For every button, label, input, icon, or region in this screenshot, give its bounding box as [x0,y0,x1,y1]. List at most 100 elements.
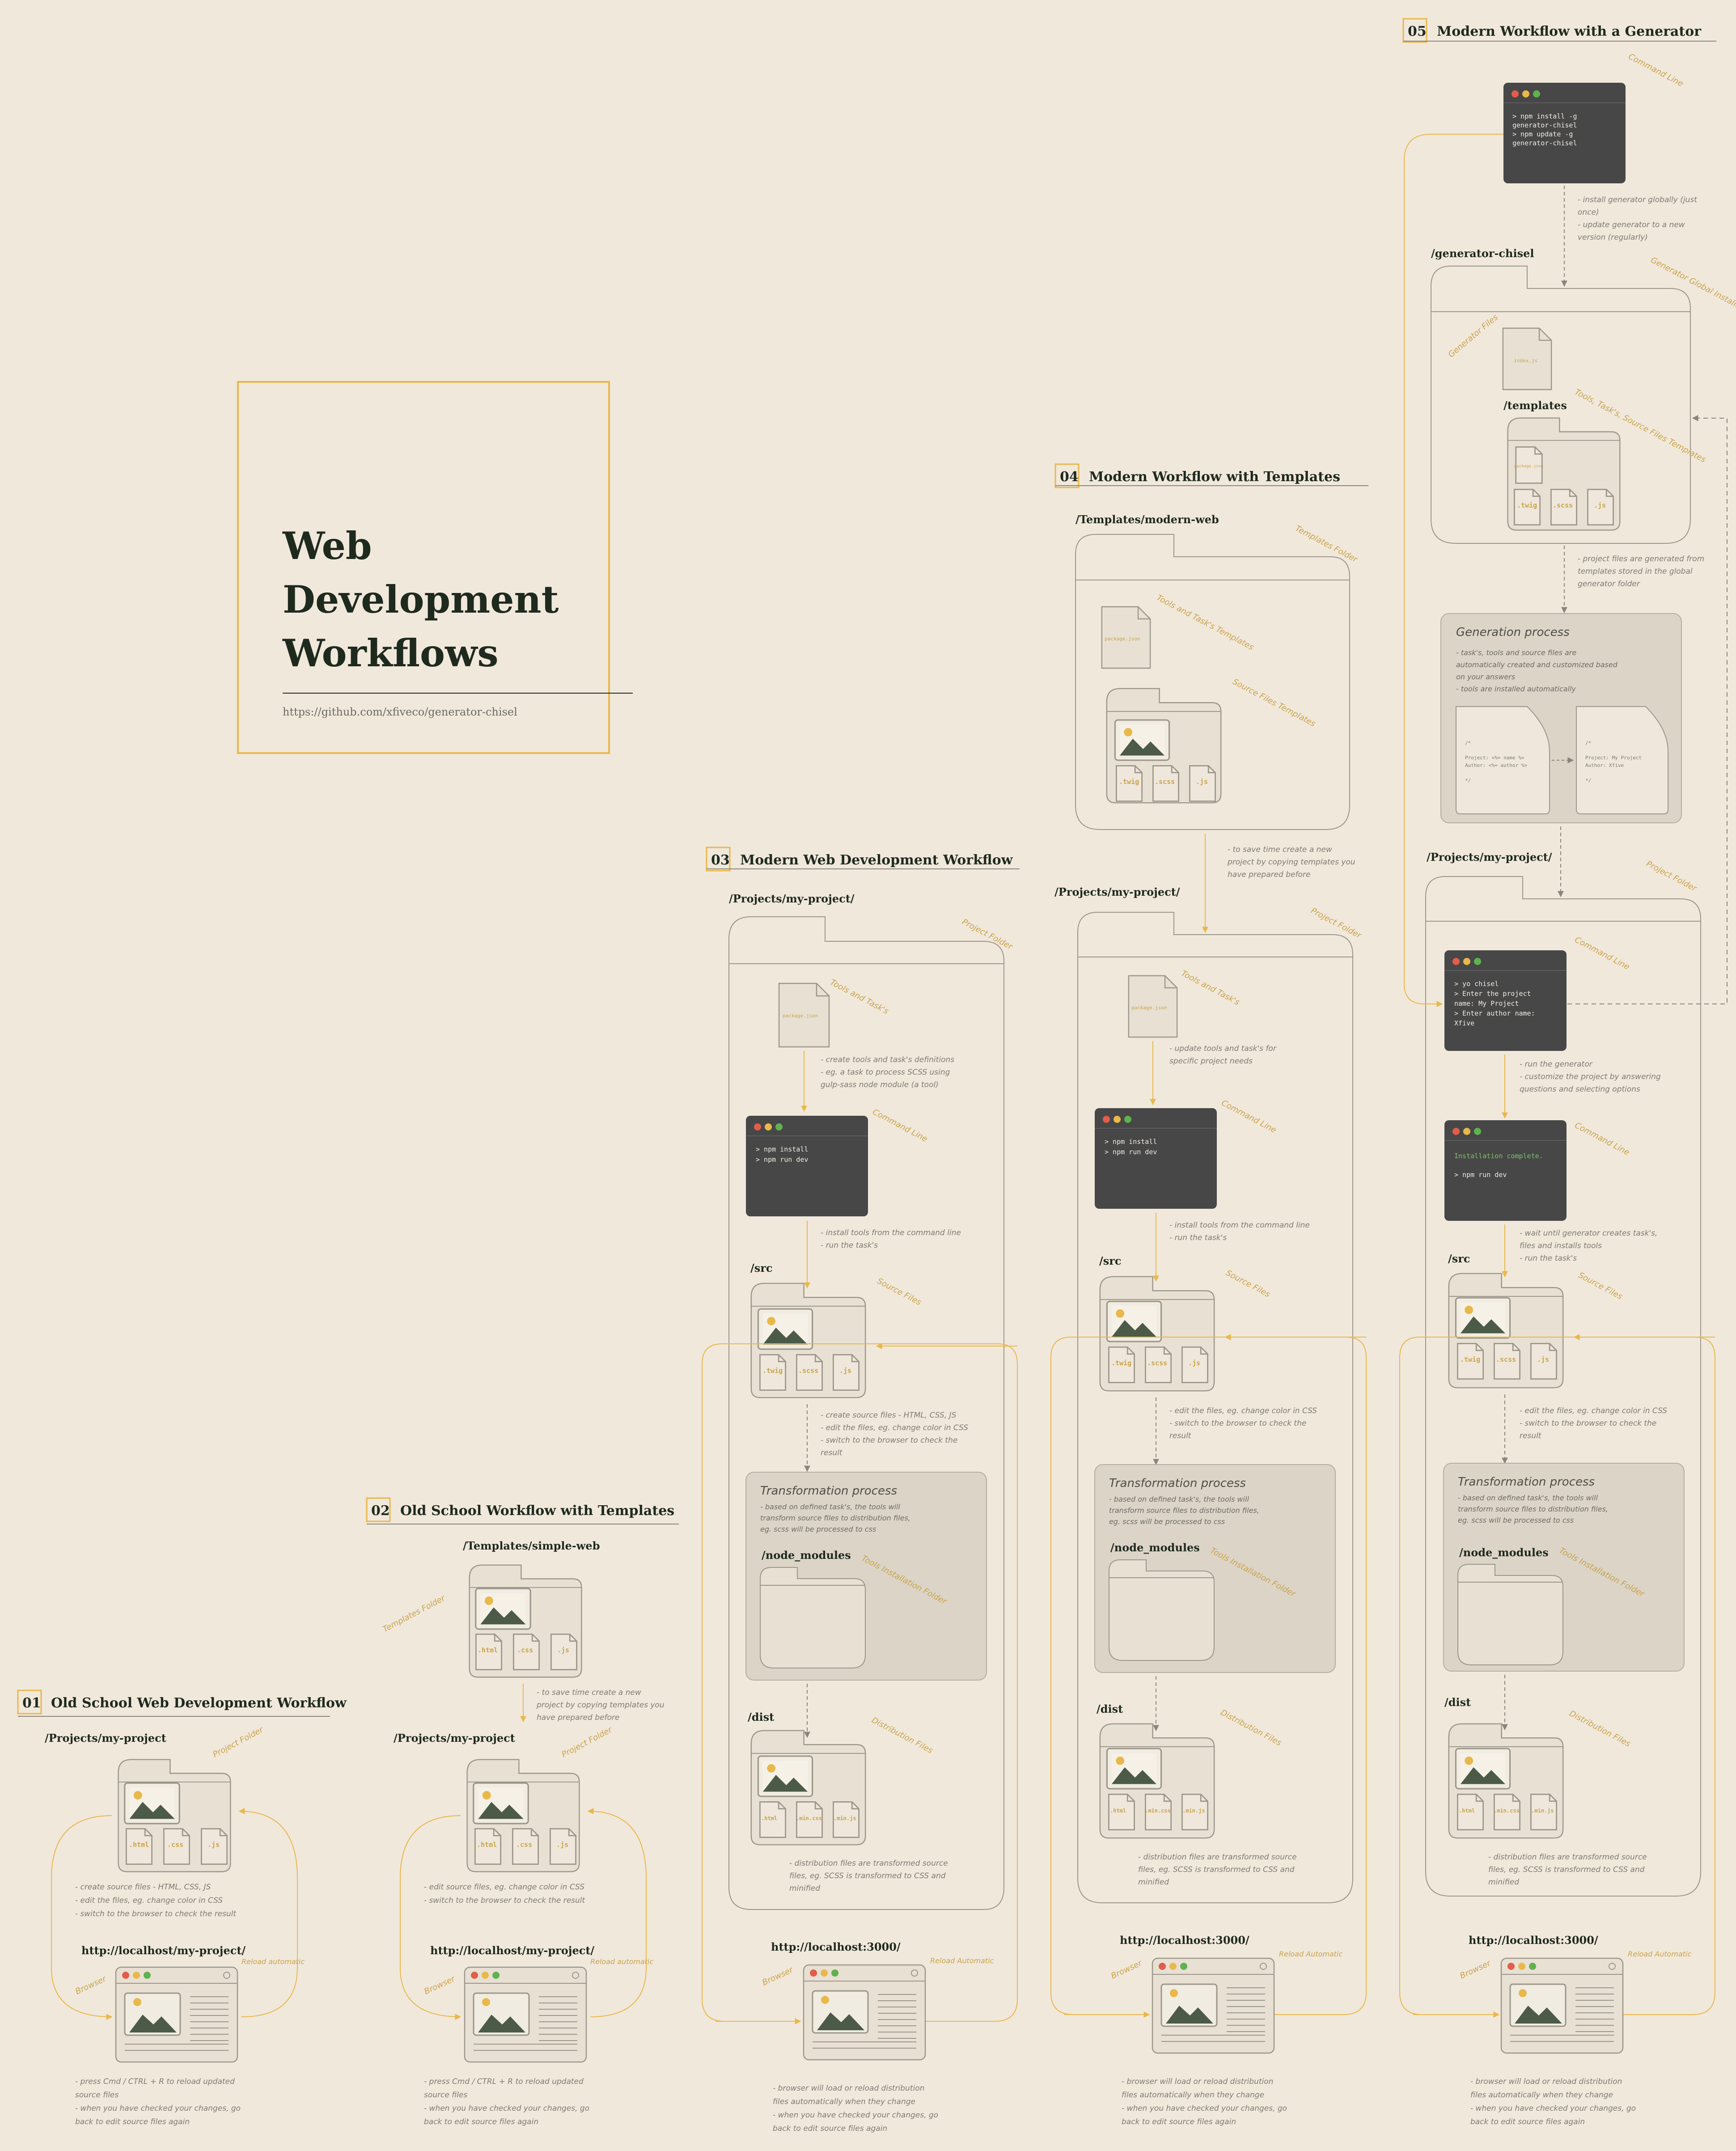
transformation-process: Transformation process - based on define… [745,1472,987,1681]
src-path: /src [1099,1254,1122,1267]
terminal-line: > npm run dev [756,1156,808,1164]
package-notes: - create tools and task's definitions - … [821,1055,957,1089]
reload-loop-right [238,1808,298,2017]
browser-url: http://localhost:3000/ [771,1940,901,1953]
browser-url: http://localhost:3000/ [1469,1934,1598,1947]
html-ext-label: .html [761,1815,777,1821]
yo-notes: - run the generator - customize the proj… [1520,1060,1663,1094]
package-notes: - update tools and task's for specific p… [1169,1044,1279,1066]
terminal-window: > npm install > npm run dev [746,1116,868,1216]
js-ext-label: .js [1537,1355,1549,1363]
project-folder-annotation: Project Folder [961,917,1015,952]
reload-annotation: Reload Automatic [930,1956,994,1965]
project-folder-annotation: Project Folder [1309,906,1363,941]
section-03: 03 Modern Web Development Workflow /Proj… [702,847,1020,2133]
process-title: Transformation process [1109,1477,1246,1490]
dist-path: /dist [748,1711,774,1723]
css-ext-label: .css [516,1841,532,1849]
browser-url: http://localhost/my-project/ [430,1944,594,1957]
process-title: Transformation process [1458,1475,1595,1489]
twig-ext-label: .twig [1460,1355,1480,1363]
repo-link[interactable]: https://github.com/xfiveco/generator-chi… [283,706,517,718]
command-line-annotation: Command Line [1573,935,1631,972]
tools-templates-annotation: Tools and Task's Templates [1155,593,1255,652]
node-modules-path: /node_modules [762,1549,851,1562]
section-number: 03 [711,852,730,868]
command-line-annotation: Command Line [1627,52,1685,89]
terminal-line: > yo chisel [1454,980,1499,988]
run-notes: - wait until generator creates task's, f… [1520,1229,1660,1263]
templates-folder-annotation: Templates Folder [381,1593,447,1634]
terminal-line: > npm install [1105,1138,1157,1146]
package-json-label: package.json [1514,464,1543,469]
browser-url: http://localhost/my-project/ [81,1944,246,1957]
terminal-line: generator-chisel [1512,139,1577,147]
index-js-label: index.js [1514,358,1537,364]
js-ext-label: .js [207,1841,220,1849]
browser-window [115,1966,238,2063]
section-04: 04 Modern Workflow with Templates /Templ… [1050,463,1368,2126]
terminal-line: name: My Project [1454,999,1519,1008]
js-ext-label: .js [557,1646,569,1654]
generated-notes: - project files are generated from templ… [1578,555,1707,589]
browser-notes: - browser will load or reload distributi… [1470,2077,1639,2126]
project-folder-annotation: Project Folder [211,1725,265,1760]
browser-notes: - press Cmd / CTRL + R to reload updated… [424,2077,592,2126]
generator-flow-line [1404,134,1503,1007]
section-01: 01 Old School Web Development Workflow /… [17,1689,347,2126]
min-js-ext-label: .min.js [834,1815,856,1821]
source-files-annotation: Source Files [1577,1270,1624,1302]
css-ext-label: .css [167,1841,183,1849]
templates-path: /Templates/simple-web [463,1539,600,1552]
dist-annotation: Distribution Files [1568,1709,1632,1749]
twig-ext-label: .twig [1111,1359,1131,1367]
reload-annotation: Reload Automatic [1279,1950,1343,1958]
transformation-process: Transformation process - based on define… [1094,1464,1336,1673]
reload-loop [1050,1337,1367,2015]
browser-window [1500,1957,1624,2054]
image-file-icon [475,1588,531,1630]
html-ext-label: .html [1110,1808,1126,1814]
section-title: Modern Workflow with a Generator [1437,24,1702,39]
terminal-notes: - install tools from the command line - … [821,1228,963,1250]
package-json-label: package.json [1131,1005,1167,1011]
terminal-line: Xfive [1454,1019,1474,1027]
browser-annotation: Browser [1109,1958,1144,1981]
src-path: /src [750,1262,773,1275]
command-line-annotation: Command Line [1573,1121,1631,1157]
terminal-line: > npm install -g [1512,112,1577,120]
js-ext-label: .js [839,1367,851,1375]
generator-files-annotation: Generator Files [1447,313,1500,360]
package-json-label: package.json [783,1013,818,1019]
tools-annotation: Tools and Task's [829,978,890,1016]
src-notes: - edit the files, eg. change color in CS… [1520,1406,1669,1440]
reload-annotation: Reload automatic [241,1957,305,1966]
source-files-annotation: Source Files [1224,1268,1272,1300]
js-ext-label: .js [1196,778,1208,786]
dist-path: /dist [1444,1696,1471,1709]
image-file-icon [124,1782,180,1825]
title-line-3: Workflows [282,631,499,675]
terminal-notes: - install tools from the command line - … [1169,1221,1312,1242]
browser-annotation: Browser [423,1974,457,1997]
dist-notes: - distribution files are transformed sou… [789,1859,950,1893]
project-path: /Projects/my-project/ [1427,851,1552,864]
package-json-label: package.json [1105,636,1140,642]
scss-ext-label: .scss [1496,1355,1516,1363]
project-path: /Projects/my-project/ [729,892,855,905]
min-css-ext-label: .min.css [1494,1808,1520,1814]
install-notes: - install generator globally (just once)… [1578,195,1699,242]
section-number: 05 [1408,24,1427,39]
generation-process: Generation process - task's, tools and s… [1440,613,1682,823]
js-ext-label: .js [556,1841,568,1849]
terminal-line: > Enter the project [1454,990,1531,998]
terminal-line: > npm install [756,1145,808,1153]
templates-folder-annotation: Templates Folder [1294,524,1360,565]
min-css-ext-label: .min.css [796,1815,822,1821]
terminal-window-run: Installation complete. > npm run dev [1444,1120,1567,1221]
src-path: /src [1448,1252,1470,1265]
dist-notes: - distribution files are transformed sou… [1488,1853,1649,1887]
edit-notes: - edit source files, eg. change color in… [424,1883,587,1905]
project-folder-annotation: Project Folder [1645,859,1699,894]
generator-folder-annotation: Generator Global Installation Folder [1649,255,1736,331]
